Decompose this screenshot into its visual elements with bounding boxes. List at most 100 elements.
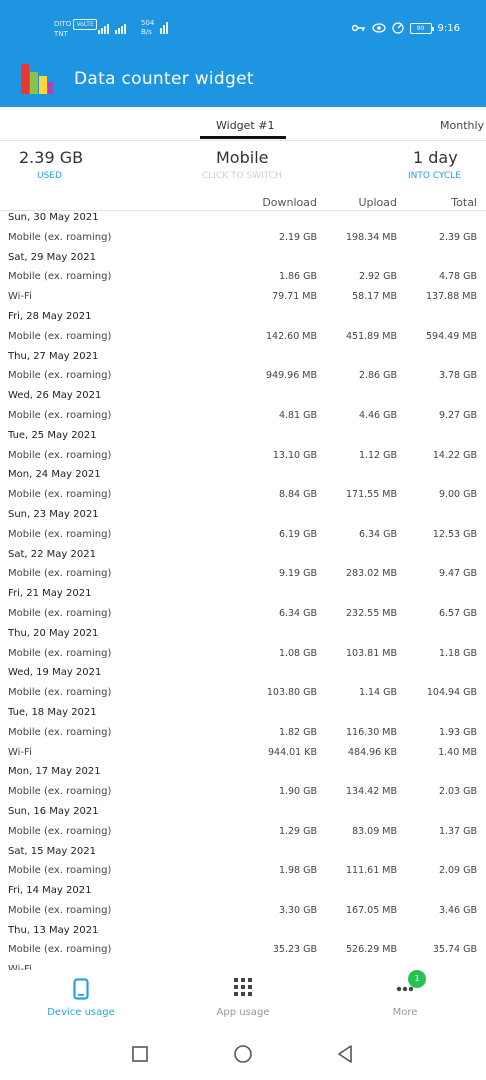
total-value: 2.09 GB	[438, 865, 477, 877]
download-value: 1.98 GB	[278, 865, 317, 877]
nav-more-label: More	[392, 1007, 418, 1018]
network-label: Mobile (ex. roaming)	[8, 786, 112, 798]
usage-row: Mobile (ex. roaming) 1.29 GB 83.09 MB 1.37 …	[0, 822, 486, 842]
total-value: 1.93 GB	[438, 726, 477, 738]
network-label: Mobile (ex. roaming)	[8, 528, 112, 540]
total-value: 1.37 GB	[438, 825, 477, 837]
usage-row: Mobile (ex. roaming) 142.60 MB 451.89 MB 59…	[0, 327, 486, 347]
download-value: 944.01 KB	[267, 746, 317, 758]
download-value: 1.08 GB	[278, 647, 317, 659]
used-value: 2.39 GB	[19, 148, 84, 167]
network-label: Mobile (ex. roaming)	[8, 489, 112, 501]
total-value: 6.57 GB	[438, 607, 477, 619]
recents-square-icon[interactable]	[132, 1046, 148, 1062]
nav-more[interactable]: More	[324, 970, 486, 1030]
download-value: 79.71 MB	[272, 291, 317, 303]
total-value: 4.78 GB	[438, 271, 477, 283]
upload-value: 111.61 MB	[346, 865, 397, 877]
network-label: Mobile (ex. roaming)	[8, 865, 112, 877]
network-label: Mobile (ex. roaming)	[8, 944, 112, 956]
network-label: Mobile (ex. roaming)	[8, 647, 112, 659]
date-header: Mon, 17 May 2021	[8, 766, 101, 778]
total-value: 2.03 GB	[438, 786, 477, 798]
date-header: Wed, 26 May 2021	[8, 390, 102, 402]
total-value: 35.74 GB	[432, 944, 477, 956]
network-label: Mobile (ex. roaming)	[8, 687, 112, 699]
app-logo-icon	[21, 64, 53, 94]
usage-row: Mobile (ex. roaming) 1.86 GB 2.92 GB 4.78 G…	[0, 267, 486, 287]
usage-row: Mobile (ex. roaming) 1.90 GB 134.42 MB 2.03…	[0, 782, 486, 802]
upload-value: 103.81 MB	[346, 647, 397, 659]
download-value: 8.84 GB	[278, 489, 317, 501]
download-value: 1.90 GB	[278, 786, 317, 798]
network-switch-hint: CLICK TO SWITCH	[202, 171, 282, 181]
nav-app-usage[interactable]: App usage	[162, 970, 324, 1030]
key-icon	[351, 24, 365, 32]
usage-summary: 2.39 GB USED Mobile CLICK TO SWITCH 1 da…	[0, 142, 486, 190]
upload-value: 58.17 MB	[352, 291, 397, 303]
total-value: 14.22 GB	[432, 449, 477, 461]
date-header: Sun, 23 May 2021	[8, 508, 99, 520]
net-speed: 504 B/s	[141, 19, 154, 37]
date-header: Tue, 25 May 2021	[8, 429, 97, 441]
tab-monthly[interactable]: Monthly	[440, 119, 484, 132]
net-speed-unit: B/s	[141, 28, 152, 36]
date-header: Mon, 24 May 2021	[8, 469, 101, 481]
upload-value: 1.14 GB	[358, 687, 397, 699]
app-root: DITO VoLTE TNT 504 B/s 90 9:16 Data coun…	[0, 0, 486, 1080]
network-switch[interactable]: Mobile	[216, 148, 268, 167]
carrier-top: DITO	[54, 20, 72, 28]
usage-list[interactable]: Sun, 30 May 2021 Mobile (ex. roaming) 2.19…	[0, 208, 486, 970]
date-header: Fri, 28 May 2021	[8, 310, 92, 322]
upload-value: 2.92 GB	[358, 271, 397, 283]
usage-row: Mobile (ex. roaming) 103.80 GB 1.14 GB 104.…	[0, 683, 486, 703]
upload-value: 2.86 GB	[358, 370, 397, 382]
date-header: Sat, 29 May 2021	[8, 251, 96, 263]
used-label: USED	[37, 171, 62, 181]
total-value: 594.49 MB	[426, 330, 477, 342]
volte-badge: VoLTE	[73, 19, 97, 30]
download-value: 1.29 GB	[278, 825, 317, 837]
network-label: Wi-Fi	[8, 746, 32, 758]
usage-row: Mobile (ex. roaming) 35.23 GB 526.29 MB 35.…	[0, 940, 486, 960]
total-value: 9.47 GB	[438, 568, 477, 580]
download-value: 1.86 GB	[278, 271, 317, 283]
upload-value: 83.09 MB	[352, 825, 397, 837]
total-value: 3.46 GB	[438, 904, 477, 916]
network-label: Mobile (ex. roaming)	[8, 271, 112, 283]
date-header: Fri, 14 May 2021	[8, 885, 92, 897]
download-value: 949.96 MB	[266, 370, 317, 382]
download-value: 142.60 MB	[266, 330, 317, 342]
phone-icon	[73, 978, 89, 1000]
nav-device-usage[interactable]: Device usage	[0, 970, 162, 1030]
network-label: Mobile (ex. roaming)	[8, 409, 112, 421]
upload-value: 283.02 MB	[346, 568, 397, 580]
usage-row: Mobile (ex. roaming) 1.98 GB 111.61 MB 2.09…	[0, 861, 486, 881]
widget-tabs: Widget #1 Monthly	[0, 107, 486, 141]
upload-value: 4.46 GB	[358, 409, 397, 421]
upload-value: 484.96 KB	[347, 746, 397, 758]
network-label: Wi-Fi	[8, 291, 32, 303]
network-label: Mobile (ex. roaming)	[8, 726, 112, 738]
home-circle-icon[interactable]	[233, 1044, 253, 1064]
tab-widget-1[interactable]: Widget #1	[216, 119, 274, 132]
upload-value: 526.29 MB	[346, 944, 397, 956]
download-value: 35.23 GB	[272, 944, 317, 956]
total-value: 12.53 GB	[432, 528, 477, 540]
network-label: Mobile (ex. roaming)	[8, 449, 112, 461]
status-bar: DITO VoLTE TNT 504 B/s 90 9:16	[0, 0, 486, 58]
more-dots-icon	[396, 986, 414, 992]
network-label: Mobile (ex. roaming)	[8, 568, 112, 580]
back-triangle-icon[interactable]	[336, 1044, 354, 1064]
system-navigation-bar	[0, 1030, 486, 1080]
usage-row: Mobile (ex. roaming) 949.96 MB 2.86 GB 3.78…	[0, 366, 486, 386]
usage-row: Wi-Fi	[0, 960, 486, 970]
cycle-label: INTO CYCLE	[408, 171, 461, 181]
nav-device-usage-label: Device usage	[47, 1007, 115, 1018]
usage-row: Mobile (ex. roaming) 1.82 GB 116.30 MB 1.93…	[0, 723, 486, 743]
more-badge: 1	[408, 970, 426, 988]
usage-row: Mobile (ex. roaming) 13.10 GB 1.12 GB 14.22…	[0, 446, 486, 466]
date-header: Thu, 20 May 2021	[8, 627, 99, 639]
wifi-signal-icon	[160, 22, 168, 34]
total-value: 137.88 MB	[426, 291, 477, 303]
